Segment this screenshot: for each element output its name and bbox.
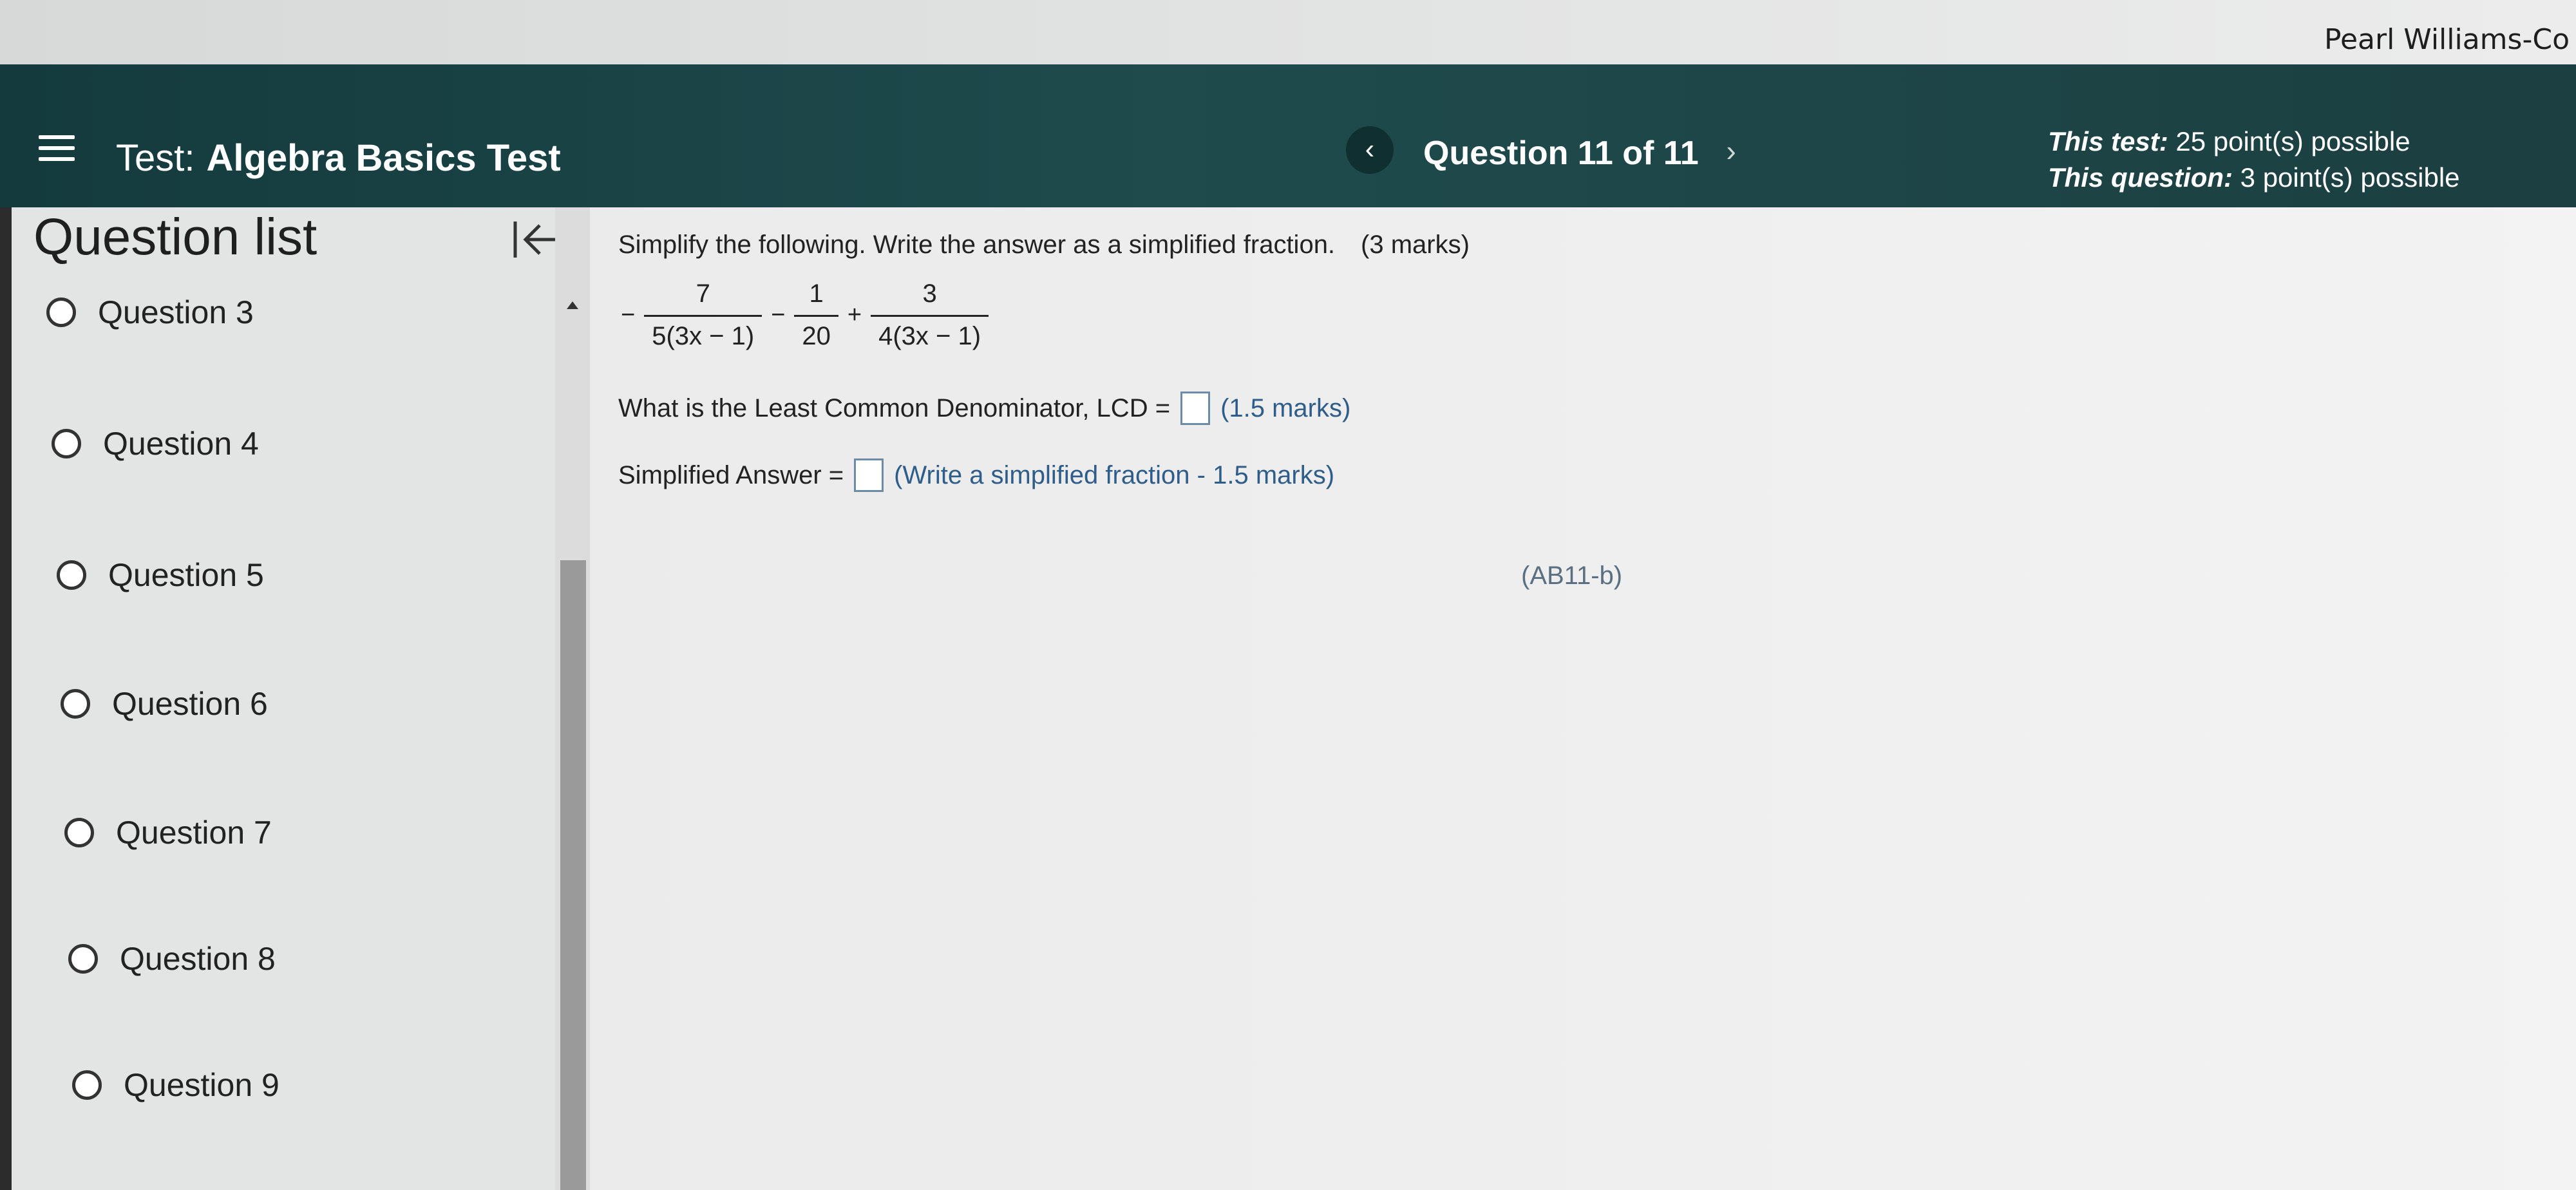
question-label: Question 4 [103, 426, 259, 462]
answer-row: Simplified Answer = (Write a simplified … [618, 458, 1334, 492]
instruction-marks: (3 marks) [1361, 231, 1470, 259]
test-title: Test: Algebra Basics Test [116, 137, 561, 180]
user-name[interactable]: Pearl Williams-Co [2324, 23, 2570, 56]
sidebar-title: Question list [33, 208, 317, 265]
left-edge [0, 207, 12, 1190]
question-code: (AB11-b) [1521, 562, 1623, 590]
radio-icon[interactable] [61, 689, 90, 719]
question-content: Simplify the following. Write the answer… [590, 207, 2576, 1190]
question-instruction: Simplify the following. Write the answer… [618, 231, 1470, 259]
operator-plus: + [847, 301, 862, 328]
question-label: Question 6 [112, 686, 268, 722]
question-list-sidebar: Question list Question 3 Question 4 Ques… [0, 207, 592, 1190]
menu-icon[interactable] [39, 135, 75, 161]
points-question: This question: 3 point(s) possible [2048, 162, 2460, 193]
radio-icon[interactable] [64, 818, 94, 847]
previous-question-button[interactable]: ‹ [1346, 126, 1394, 174]
radio-icon[interactable] [52, 429, 81, 458]
sidebar-item-question-4[interactable]: Question 4 [52, 425, 259, 462]
sidebar-item-question-8[interactable]: Question 8 [68, 940, 276, 978]
scrollbar-thumb[interactable] [560, 560, 586, 1190]
fraction-1: 7 5(3x − 1) [644, 279, 762, 351]
chevron-left-icon: ‹ [1365, 133, 1375, 165]
lcd-hint: (1.5 marks) [1220, 393, 1351, 422]
sidebar-item-question-9[interactable]: Question 9 [72, 1066, 279, 1104]
points-test: This test: 25 point(s) possible [2048, 126, 2410, 156]
scroll-up-arrow-icon[interactable] [567, 301, 578, 309]
question-label: Question 3 [98, 294, 254, 330]
lcd-row: What is the Least Common Denominator, LC… [618, 392, 1350, 425]
question-label: Question 8 [120, 941, 276, 977]
radio-icon[interactable] [72, 1070, 102, 1100]
answer-hint: (Write a simplified fraction - 1.5 marks… [894, 460, 1335, 489]
lcd-answer-input[interactable] [1180, 392, 1211, 425]
simplified-answer-input[interactable] [854, 458, 884, 492]
test-header: Test: Algebra Basics Test ‹ Question 11 o… [0, 64, 2576, 207]
sidebar-item-question-6[interactable]: Question 6 [61, 685, 268, 722]
question-label: Question 5 [108, 557, 264, 593]
test-name: Algebra Basics Test [206, 137, 561, 179]
leading-sign: − [621, 301, 636, 328]
fraction-2: 1 20 [794, 279, 838, 351]
points-info: This test: 25 point(s) possible This que… [2048, 124, 2460, 196]
chevron-right-icon: › [1726, 134, 1736, 167]
lcd-prompt: What is the Least Common Denominator, LC… [618, 393, 1171, 422]
operator-minus: − [771, 301, 786, 328]
sidebar-scrollbar[interactable] [555, 207, 590, 1190]
question-label: Question 9 [124, 1067, 279, 1103]
radio-icon[interactable] [57, 560, 86, 590]
sidebar-item-question-3[interactable]: Question 3 [46, 294, 254, 331]
question-title: Question 11 of 11 [1423, 135, 1699, 172]
radio-icon[interactable] [46, 298, 76, 327]
fraction-3: 3 4(3x − 1) [871, 279, 989, 351]
sidebar-item-question-7[interactable]: Question 7 [64, 814, 272, 851]
test-label: Test: [116, 137, 195, 179]
answer-prompt: Simplified Answer = [618, 460, 844, 489]
next-question-button[interactable]: › [1713, 131, 1749, 170]
question-label: Question 7 [116, 815, 272, 851]
math-expression: − 7 5(3x − 1) − 1 20 + 3 4(3x − 1) [612, 279, 989, 351]
top-strip: Pearl Williams-Co [0, 0, 2576, 64]
radio-icon[interactable] [68, 944, 98, 974]
sidebar-item-question-5[interactable]: Question 5 [57, 556, 264, 594]
